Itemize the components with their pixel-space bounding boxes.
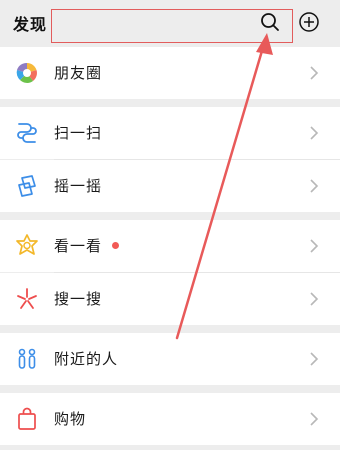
moments-icon (16, 62, 37, 83)
shopping-bag-icon (18, 407, 36, 430)
discover-screen: 发现 朋友圈 扫一扫 摇一摇 看一看 搜一搜 附近的人 购物 (0, 0, 340, 450)
list-item-people-nearby[interactable]: 附近的人 (0, 333, 340, 385)
chevron-right-icon (310, 66, 319, 80)
chevron-right-icon (310, 292, 319, 306)
list-item-label: 看一看 (54, 237, 103, 255)
chevron-right-icon (310, 126, 319, 140)
plus-circle-icon[interactable] (298, 11, 320, 33)
chevron-right-icon (310, 179, 319, 193)
top-stories-icon (16, 234, 38, 255)
header-bar: 发现 (0, 0, 340, 47)
list-item-label: 搜一搜 (54, 290, 103, 308)
annotation-highlight-box (51, 9, 293, 43)
search-icon[interactable] (259, 11, 281, 33)
list-item-scan[interactable]: 扫一扫 (0, 107, 340, 159)
list-item-moments[interactable]: 朋友圈 (0, 47, 340, 99)
chevron-right-icon (310, 412, 319, 426)
people-nearby-icon (18, 348, 36, 369)
new-content-badge-dot (112, 242, 119, 249)
list-item-shopping[interactable]: 购物 (0, 393, 340, 445)
list-item-label: 附近的人 (54, 350, 119, 368)
list-item-search[interactable]: 搜一搜 (0, 273, 340, 325)
list-item-top-stories[interactable]: 看一看 (0, 220, 340, 272)
chevron-right-icon (310, 239, 319, 253)
list-item-label: 购物 (54, 410, 87, 428)
list-item-label: 朋友圈 (54, 64, 103, 82)
page-title: 发现 (13, 15, 48, 34)
list-item-label: 扫一扫 (54, 124, 103, 142)
list-item-label: 摇一摇 (54, 177, 103, 195)
chevron-right-icon (310, 352, 319, 366)
scan-icon (17, 123, 37, 143)
search-star-icon (17, 288, 37, 309)
list-item-shake[interactable]: 摇一摇 (0, 160, 340, 212)
shake-icon (18, 175, 36, 197)
